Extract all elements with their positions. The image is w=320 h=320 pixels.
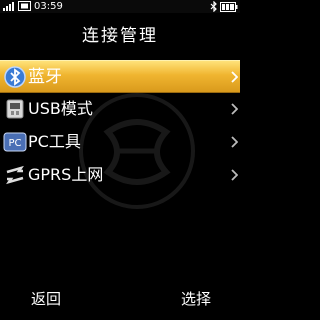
menu-item-pc-tools[interactable]: PC PC工具 — [0, 126, 240, 159]
menu-item-usb[interactable]: USB模式 — [0, 93, 240, 126]
menu-item-label: GPRS上网 — [28, 165, 104, 184]
status-bar: 03:59 — [0, 0, 240, 13]
menu-item-label: 蓝牙 — [28, 67, 62, 87]
chevron-right-icon — [231, 71, 238, 83]
chevron-right-icon — [231, 103, 238, 115]
signal-icon — [3, 2, 14, 11]
connection-menu: 蓝牙 USB模式 PC PC工具 GPRS上网 — [0, 60, 240, 192]
select-softkey[interactable]: 选择 — [181, 290, 211, 308]
title-bar: 连接管理 — [0, 18, 240, 46]
pc-tools-icon: PC — [3, 132, 27, 152]
gprs-icon — [6, 165, 24, 185]
menu-item-label: PC工具 — [28, 132, 81, 151]
phone-icon — [18, 1, 31, 11]
chevron-right-icon — [231, 169, 238, 181]
menu-item-bluetooth[interactable]: 蓝牙 — [0, 60, 240, 93]
back-softkey[interactable]: 返回 — [31, 290, 61, 308]
menu-item-gprs[interactable]: GPRS上网 — [0, 159, 240, 192]
chevron-right-icon — [231, 136, 238, 148]
usb-icon — [6, 99, 24, 119]
clock-time: 03:59 — [34, 1, 63, 12]
page-title: 连接管理 — [82, 26, 158, 46]
battery-icon — [220, 1, 238, 12]
bluetooth-icon — [4, 66, 26, 88]
bluetooth-icon — [210, 1, 217, 12]
menu-item-label: USB模式 — [28, 99, 93, 118]
svg-text:PC: PC — [8, 138, 21, 149]
